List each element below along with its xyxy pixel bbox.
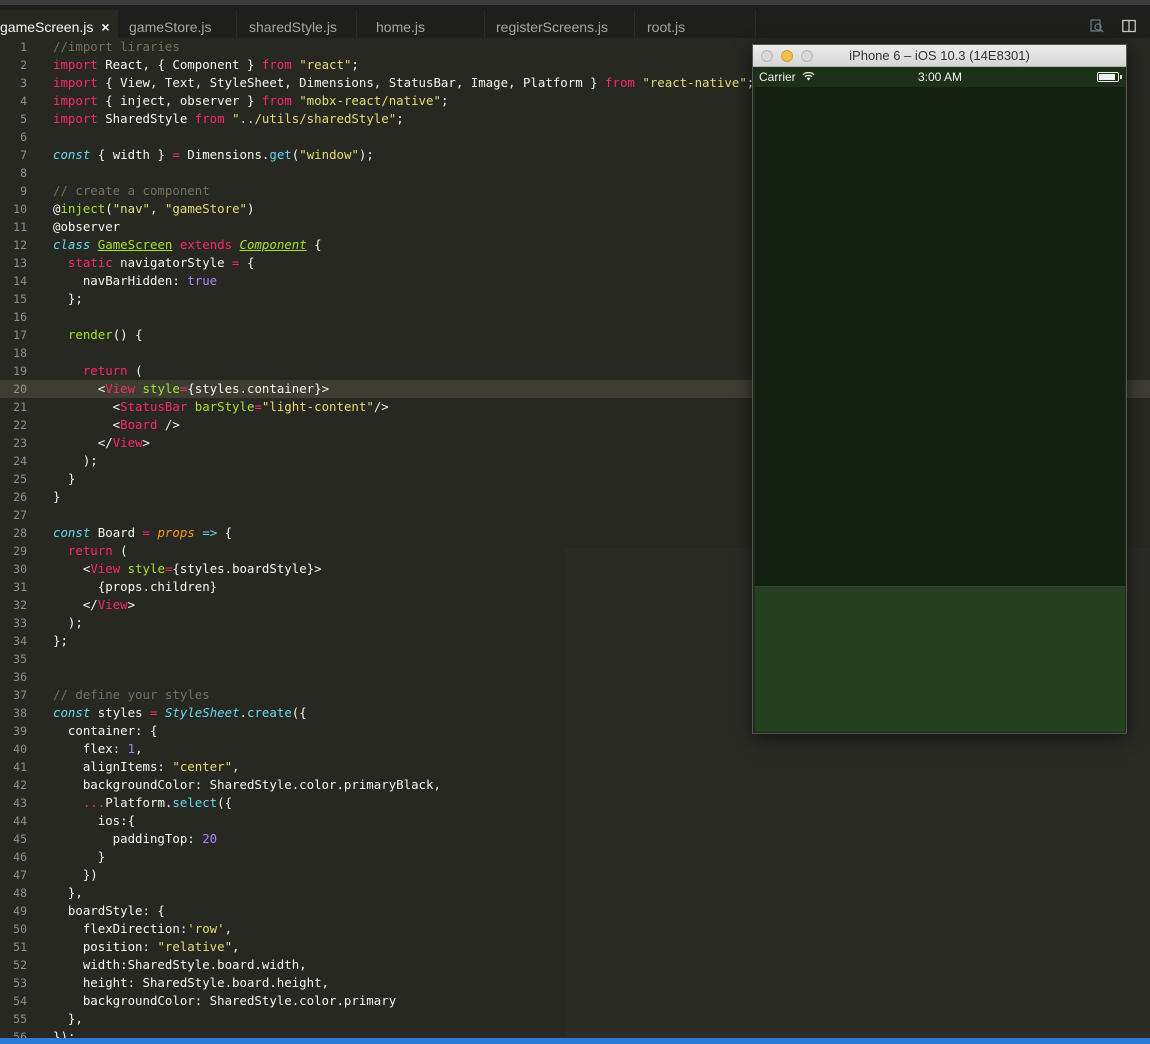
close-icon[interactable]: × [101, 19, 109, 35]
code-line: 45 paddingTop: 20 [13, 831, 218, 846]
tab-label: gameScreen.js [0, 19, 94, 35]
code-line: 53 height: SharedStyle.board.height, [13, 975, 330, 990]
code-line: 43 ...Platform.select({ [13, 795, 233, 810]
ios-status-bar: Carrier 3:00 AM [755, 67, 1125, 87]
tab-label: root.js [647, 19, 686, 35]
find-in-project-icon[interactable] [1090, 19, 1104, 33]
device-screen[interactable]: Carrier 3:00 AM [755, 67, 1125, 732]
code-line: 41 alignItems: "center", [13, 759, 240, 774]
tab-label: registerScreens.js [496, 19, 609, 35]
code-line: 56}); [13, 1029, 76, 1038]
tab-label: sharedStyle.js [249, 19, 337, 35]
code-line: 48 }, [13, 885, 83, 900]
code-line: 47 }) [13, 867, 98, 882]
code-line: 55 }, [13, 1011, 83, 1026]
code-line: 46 } [13, 849, 106, 864]
battery-icon [1097, 72, 1119, 82]
ios-simulator-window[interactable]: iPhone 6 – iOS 10.3 (14E8301) Carrier 3:… [752, 44, 1127, 734]
code-line: 40 flex: 1, [13, 741, 143, 756]
clock-label: 3:00 AM [917, 70, 963, 84]
code-line: 52 width:SharedStyle.board.width, [13, 957, 307, 972]
code-line: 44 ios:{ [13, 813, 136, 828]
board-area[interactable]: Carrier 3:00 AM [755, 67, 1125, 587]
editor-status-bar [0, 1038, 1150, 1044]
code-line: 51 position: "relative", [13, 939, 240, 954]
battery-tip [1120, 75, 1122, 79]
code-line: 54 backgroundColor: SharedStyle.color.pr… [13, 993, 397, 1008]
tab-label: home.js [376, 19, 426, 35]
tab-label: gameStore.js [129, 19, 212, 35]
code-line: 50 flexDirection:'row', [13, 921, 233, 936]
split-editor-icon[interactable] [1122, 19, 1136, 33]
simulator-title-bar[interactable]: iPhone 6 – iOS 10.3 (14E8301) [753, 45, 1126, 67]
code-line: 42 backgroundColor: SharedStyle.color.pr… [13, 777, 441, 792]
simulator-title: iPhone 6 – iOS 10.3 (14E8301) [849, 48, 1030, 63]
code-line: 49 boardStyle: { [13, 903, 165, 918]
